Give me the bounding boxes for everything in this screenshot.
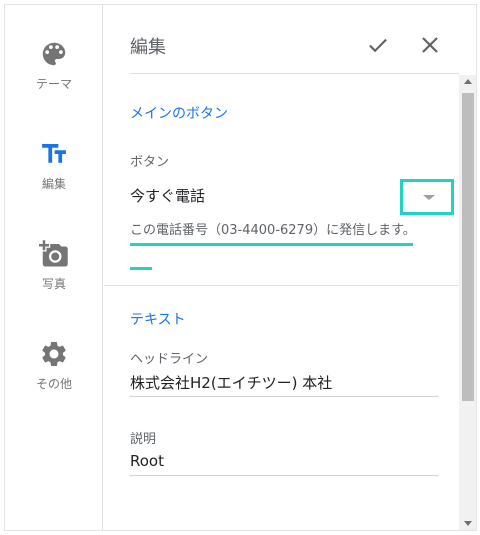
page-title: 編集: [130, 37, 166, 58]
scroll-up-icon[interactable]: [464, 79, 472, 84]
headline-field[interactable]: 株式会社H2(エイチツー) 本社: [130, 372, 332, 393]
section-heading-text: テキスト: [130, 312, 186, 328]
rail-label-photo: 写真: [41, 277, 66, 291]
gear-icon: [42, 342, 66, 366]
side-rail: テーマ 編集 写真 その他: [5, 5, 103, 530]
rail-item-photo[interactable]: 写真: [5, 239, 103, 292]
highlight-underline: [130, 243, 413, 246]
header-divider: [130, 73, 459, 74]
button-description: この電話番号（03-4400-6279）に発信します。: [130, 223, 416, 238]
dropdown-arrow-icon[interactable]: [400, 179, 454, 215]
rail-item-other[interactable]: その他: [5, 339, 103, 392]
button-select-value: 今すぐ電話: [130, 187, 206, 205]
close-icon[interactable]: [417, 32, 443, 58]
palette-icon: [42, 42, 66, 66]
rail-label-edit: 編集: [41, 177, 66, 191]
headline-label: ヘッドライン: [130, 352, 209, 367]
scroll-down-icon[interactable]: [464, 521, 472, 526]
add-photo-icon: [39, 240, 68, 267]
description-field-underline: [130, 475, 438, 476]
scrollbar-thumb[interactable]: [462, 93, 474, 401]
text-fields-icon: [42, 144, 66, 163]
button-select[interactable]: 今すぐ電話: [130, 181, 443, 209]
description-field[interactable]: Root: [130, 452, 164, 470]
section-divider: [104, 285, 459, 286]
editor-window: テーマ 編集 写真 その他 編集 メインのボタン ボタン 今すぐ電話 この電話番…: [0, 0, 480, 535]
button-label: ボタン: [130, 155, 170, 170]
highlight-underline: [130, 267, 152, 270]
headline-field-underline: [130, 396, 438, 397]
check-icon[interactable]: [365, 32, 391, 58]
rail-item-theme[interactable]: テーマ: [5, 39, 103, 92]
section-heading-main-button: メインのボタン: [130, 106, 228, 122]
edit-panel: 編集 メインのボタン ボタン 今すぐ電話 この電話番号（03-4400-6279…: [104, 5, 459, 530]
rail-label-other: その他: [35, 377, 72, 391]
rail-item-edit[interactable]: 編集: [5, 139, 103, 192]
description-label: 説明: [130, 432, 157, 447]
scrollbar[interactable]: [459, 75, 477, 530]
rail-label-theme: テーマ: [35, 77, 72, 91]
